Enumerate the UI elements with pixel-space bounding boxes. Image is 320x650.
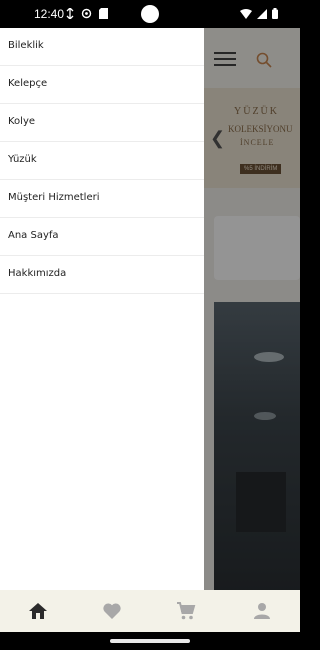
heart-icon	[103, 603, 121, 619]
home-gesture-handle[interactable]	[110, 639, 190, 643]
drawer-item-label: Hakkımızda	[8, 268, 67, 279]
status-notifications	[66, 8, 108, 19]
bottom-navigation	[0, 590, 300, 632]
nav-cart[interactable]	[175, 600, 197, 622]
drawer-item-kelepce[interactable]: Kelepçe	[0, 66, 204, 104]
drawer-item-kolye[interactable]: Kolye	[0, 104, 204, 142]
drawer-item-label: Ana Sayfa	[8, 230, 59, 241]
nav-home[interactable]	[27, 600, 49, 622]
drawer-item-hakkimizda[interactable]: Hakkımızda	[0, 256, 204, 294]
cart-icon	[177, 602, 196, 620]
nav-favorites[interactable]	[101, 600, 123, 622]
sync-icon	[66, 8, 74, 19]
nav-profile[interactable]	[251, 600, 273, 622]
system-gesture-area	[0, 632, 300, 650]
phone-screen: 12:40 ❮ YÜZÜK KOLEKSİYONU İNCELE %5 İNDİ…	[0, 0, 300, 650]
vpn-icon	[81, 8, 92, 19]
drawer-item-label: Kolye	[8, 116, 36, 127]
status-time: 12:40	[34, 7, 65, 21]
drawer-item-bileklik[interactable]: Bileklik	[0, 28, 204, 66]
drawer-item-label: Müşteri Hizmetleri	[8, 192, 100, 203]
wifi-icon	[240, 8, 252, 19]
drawer-item-label: Bileklik	[8, 40, 44, 51]
drawer-item-musteri-hizmetleri[interactable]: Müşteri Hizmetleri	[0, 180, 204, 218]
status-bar: 12:40	[0, 0, 300, 28]
drawer-item-yuzuk[interactable]: Yüzük	[0, 142, 204, 180]
battery-icon	[272, 8, 278, 19]
drawer-item-ana-sayfa[interactable]: Ana Sayfa	[0, 218, 204, 256]
status-system-icons	[240, 8, 278, 19]
signal-icon	[257, 8, 267, 19]
navigation-drawer: Bileklik Kelepçe Kolye Yüzük Müşteri Hiz…	[0, 28, 204, 590]
sd-card-icon	[99, 8, 108, 19]
profile-icon	[254, 603, 270, 619]
home-icon	[29, 603, 47, 619]
drawer-item-label: Yüzük	[8, 154, 37, 165]
camera-cutout	[141, 5, 159, 23]
drawer-item-label: Kelepçe	[8, 78, 48, 89]
